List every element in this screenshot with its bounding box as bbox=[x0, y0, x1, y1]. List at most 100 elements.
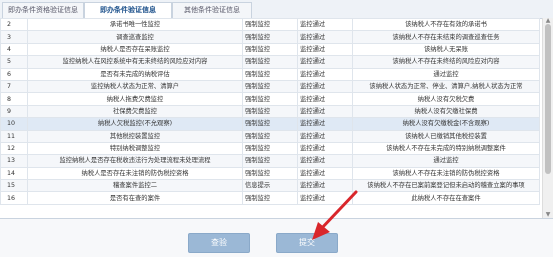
table-row[interactable]: 12 特别纳税调整监控 强制监控 监控通过 该纳税人不存在未完成的特别纳税调整案件 bbox=[0, 141, 540, 156]
monitor-result-cell: 监控通过 bbox=[297, 18, 353, 32]
monitor-item-cell: 是否有在查的案件 bbox=[27, 191, 243, 205]
monitor-result-cell: 监控通过 bbox=[297, 191, 353, 205]
monitor-result-cell: 监控通过 bbox=[297, 42, 353, 57]
monitor-item-cell: 其他税控装置监控 bbox=[27, 129, 243, 143]
monitor-type-cell: 强制监控 bbox=[242, 191, 298, 205]
table-row[interactable]: 11 其他税控装置监控 强制监控 监控通过 该纳税人已缴销其他税控装置 bbox=[0, 129, 540, 143]
table-row[interactable]: 16 是否有在查的案件 强制监控 监控通过 此纳税人不存在在查案件 bbox=[0, 191, 540, 205]
row-number-cell: 8 bbox=[0, 92, 28, 106]
monitor-type-cell: 强制监控 bbox=[242, 154, 298, 168]
tab-bar: 即办条件资格验证信息 即办条件验证信息 其他条件验证信息 bbox=[0, 0, 553, 19]
monitor-type-cell: 强制监控 bbox=[242, 166, 298, 181]
table-row[interactable]: 15 稽查案件监控二 信息提示 监控通过 该纳税人不存在已案前案登记但未启动的稽查立案的… bbox=[0, 179, 540, 193]
row-number-cell: 10 bbox=[0, 117, 28, 131]
monitor-item-cell: 纳税人是否存在呆账监控 bbox=[27, 42, 243, 57]
row-number-cell: 12 bbox=[0, 141, 28, 156]
monitor-item-cell: 是否有未完成的纳税评估 bbox=[27, 67, 243, 81]
row-number-cell: 7 bbox=[0, 79, 28, 94]
monitor-item-cell: 特别纳税调整监控 bbox=[27, 141, 243, 156]
row-number-cell: 14 bbox=[0, 166, 28, 181]
row-number-cell: 16 bbox=[0, 191, 28, 205]
table-row[interactable]: 5 监控纳税人在风控系统中有无未终结的风险应对内容 强制监控 监控通过 该纳税人不存在未… bbox=[0, 55, 540, 69]
result-description-cell: 纳税人没有欠缴社保费 bbox=[352, 104, 540, 119]
monitor-result-cell: 监控通过 bbox=[297, 154, 353, 168]
result-description-cell: 纳税人没有欠缴税金(不含观察) bbox=[352, 117, 540, 131]
monitor-type-cell: 强制监控 bbox=[242, 141, 298, 156]
verification-table-container: 2 承诺书唯一性监控 强制监控 监控通过 该纳税人不存在有效的承诺书 3 调查巡查监控 强制监… bbox=[0, 18, 553, 219]
table-row[interactable]: 13 监控纳税人是否存在税收违法行为处理流程未处理流程 强制监控 监控通过 通过监控 bbox=[0, 154, 540, 168]
row-number-cell: 2 bbox=[0, 18, 28, 32]
result-description-cell: 此纳税人不存在在查案件 bbox=[352, 191, 540, 205]
row-number-cell: 11 bbox=[0, 129, 28, 143]
monitor-result-cell: 监控通过 bbox=[297, 166, 353, 181]
monitor-type-cell: 强制监控 bbox=[242, 79, 298, 94]
monitor-item-cell: 纳税人拖费欠费监控 bbox=[27, 92, 243, 106]
tab-qualification-verification[interactable]: 即办条件资格验证信息 bbox=[2, 2, 84, 18]
monitor-result-cell: 监控通过 bbox=[297, 30, 353, 44]
monitor-type-cell: 强制监控 bbox=[242, 104, 298, 119]
result-description-cell: 该纳税人不存在未注销的防伪税控资格 bbox=[352, 166, 540, 181]
monitor-result-cell: 监控通过 bbox=[297, 79, 353, 94]
scrollbar-thumb[interactable] bbox=[545, 24, 551, 174]
result-description-cell: 通过监控 bbox=[352, 154, 540, 168]
result-description-cell: 该纳税人状态为正常、停业、清算户,纳税人状态为正常 bbox=[352, 79, 540, 94]
monitor-item-cell: 稽查案件监控二 bbox=[27, 179, 243, 193]
table-row[interactable]: 10 纳税人欠税监控(不允观察) 强制监控 监控通过 纳税人没有欠缴税金(不含观察) bbox=[0, 117, 540, 131]
monitor-item-cell: 承诺书唯一性监控 bbox=[27, 18, 243, 32]
monitor-item-cell: 监控纳税人状态为正常、清算户 bbox=[27, 79, 243, 94]
table-row[interactable]: 3 调查巡查监控 强制监控 监控通过 该纳税人不存在未结束的调查巡查任务 bbox=[0, 30, 540, 44]
result-description-cell: 通过监控 bbox=[352, 67, 540, 81]
monitor-result-cell: 监控通过 bbox=[297, 104, 353, 119]
table-row[interactable]: 6 是否有未完成的纳税评估 强制监控 监控通过 通过监控 bbox=[0, 67, 540, 81]
monitor-item-cell: 纳税人是否存在未注销的防伪税控资格 bbox=[27, 166, 243, 181]
check-button[interactable]: 查验 bbox=[188, 233, 250, 253]
row-number-cell: 4 bbox=[0, 42, 28, 57]
result-description-cell: 该纳税人不存在未终结的风险应对内容 bbox=[352, 55, 540, 69]
monitor-item-cell: 监控纳税人是否存在税收违法行为处理流程未处理流程 bbox=[27, 154, 243, 168]
monitor-result-cell: 监控通过 bbox=[297, 55, 353, 69]
monitor-result-cell: 监控通过 bbox=[297, 67, 353, 81]
vertical-scrollbar[interactable]: ▲ ▼ bbox=[542, 18, 553, 218]
scroll-down-icon[interactable]: ▼ bbox=[544, 212, 552, 218]
row-number-cell: 15 bbox=[0, 179, 28, 193]
row-number-cell: 5 bbox=[0, 55, 28, 69]
tab-other-condition-verification[interactable]: 其他条件验证信息 bbox=[172, 2, 252, 18]
monitor-type-cell: 强制监控 bbox=[242, 92, 298, 106]
monitor-result-cell: 监控通过 bbox=[297, 141, 353, 156]
table-row[interactable]: 8 纳税人拖费欠费监控 强制监控 监控通过 纳税人没有欠税欠费 bbox=[0, 92, 540, 106]
monitor-result-cell: 监控通过 bbox=[297, 92, 353, 106]
monitor-type-cell: 强制监控 bbox=[242, 117, 298, 131]
row-number-cell: 13 bbox=[0, 154, 28, 168]
monitor-item-cell: 社保费欠费监控 bbox=[27, 104, 243, 119]
result-description-cell: 该纳税人无呆账 bbox=[352, 42, 540, 57]
monitor-type-cell: 强制监控 bbox=[242, 18, 298, 32]
table-row[interactable]: 2 承诺书唯一性监控 强制监控 监控通过 该纳税人不存在有效的承诺书 bbox=[0, 18, 540, 32]
result-description-cell: 该纳税人不存在有效的承诺书 bbox=[352, 18, 540, 32]
monitor-item-cell: 调查巡查监控 bbox=[27, 30, 243, 44]
table-row[interactable]: 14 纳税人是否存在未注销的防伪税控资格 强制监控 监控通过 该纳税人不存在未注销的防伪… bbox=[0, 166, 540, 181]
monitor-result-cell: 监控通过 bbox=[297, 129, 353, 143]
footer-bar: 查验 提交 bbox=[0, 219, 553, 257]
monitor-type-cell: 强制监控 bbox=[242, 55, 298, 69]
table-row[interactable]: 7 监控纳税人状态为正常、清算户 强制监控 监控通过 该纳税人状态为正常、停业、清算户,… bbox=[0, 79, 540, 94]
monitor-type-cell: 信息提示 bbox=[242, 179, 298, 193]
monitor-item-cell: 纳税人欠税监控(不允观察) bbox=[27, 117, 243, 131]
result-description-cell: 该纳税人不存在未结束的调查巡查任务 bbox=[352, 30, 540, 44]
monitor-type-cell: 强制监控 bbox=[242, 67, 298, 81]
result-description-cell: 该纳税人不存在已案前案登记但未启动的稽查立案的事项 bbox=[352, 179, 540, 193]
tab-condition-verification[interactable]: 即办条件验证信息 bbox=[84, 2, 172, 19]
verification-table: 2 承诺书唯一性监控 强制监控 监控通过 该纳税人不存在有效的承诺书 3 调查巡查监控 强制监… bbox=[0, 18, 540, 205]
monitor-item-cell: 监控纳税人在风控系统中有无未终结的风险应对内容 bbox=[27, 55, 243, 69]
row-number-cell: 9 bbox=[0, 104, 28, 119]
monitor-type-cell: 强制监控 bbox=[242, 42, 298, 57]
monitor-result-cell: 监控通过 bbox=[297, 117, 353, 131]
monitor-type-cell: 强制监控 bbox=[242, 30, 298, 44]
row-number-cell: 6 bbox=[0, 67, 28, 81]
table-row[interactable]: 4 纳税人是否存在呆账监控 强制监控 监控通过 该纳税人无呆账 bbox=[0, 42, 540, 57]
submit-button[interactable]: 提交 bbox=[276, 233, 338, 253]
row-number-cell: 3 bbox=[0, 30, 28, 44]
result-description-cell: 纳税人没有欠税欠费 bbox=[352, 92, 540, 106]
monitor-type-cell: 强制监控 bbox=[242, 129, 298, 143]
table-row[interactable]: 9 社保费欠费监控 强制监控 监控通过 纳税人没有欠缴社保费 bbox=[0, 104, 540, 119]
result-description-cell: 该纳税人不存在未完成的特别纳税调整案件 bbox=[352, 141, 540, 156]
